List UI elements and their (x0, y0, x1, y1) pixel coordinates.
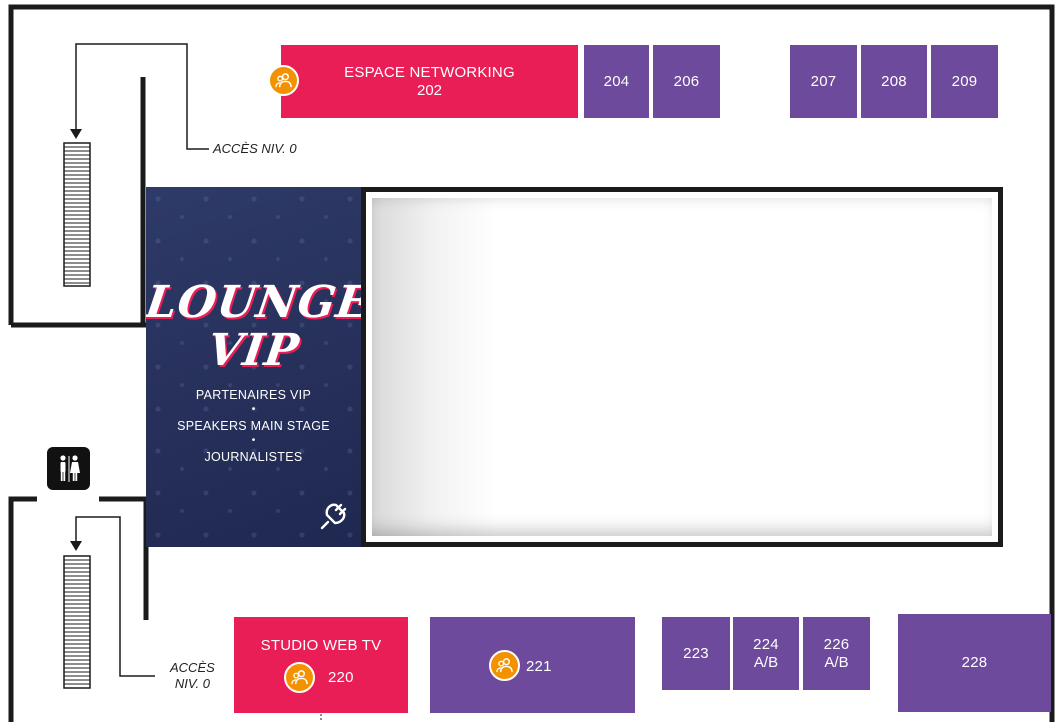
people-group-icon (268, 65, 299, 96)
room-number: 224 (753, 635, 779, 653)
lounge-separator: • (251, 404, 256, 415)
room-number: 204 (603, 72, 630, 90)
room-223[interactable]: 223 (662, 617, 730, 690)
room-name: ESPACE NETWORKING (344, 63, 515, 81)
room-221-number: 221 (526, 658, 552, 675)
room-204[interactable]: 204 (584, 45, 649, 118)
access-label-line2: NIV. 0 (174, 676, 210, 692)
room-number: 209 (951, 72, 978, 90)
restroom-icon[interactable] (47, 447, 90, 490)
room-208[interactable]: 208 (861, 45, 927, 118)
room-207[interactable]: 207 (790, 45, 857, 118)
main-hall[interactable] (361, 187, 1003, 547)
room-228[interactable]: 228 (898, 614, 1051, 712)
room-220-number: 220 (328, 669, 354, 686)
room-226-ab[interactable]: 226 A/B (803, 617, 870, 690)
access-label-line1: ACCÈS (170, 660, 215, 675)
lounge-title-line1: LOUNGE (146, 277, 361, 328)
room-number: 207 (810, 72, 837, 90)
room-suffix: A/B (824, 653, 849, 671)
lounge-vip[interactable]: LOUNGE VIP PARTENAIRES VIP • SPEAKERS MA… (146, 187, 361, 547)
power-plug-icon (320, 503, 347, 530)
room-number: 228 (961, 654, 988, 671)
access-route-upper (70, 43, 209, 150)
lounge-separator: • (251, 435, 256, 446)
staircase-icon (63, 142, 91, 287)
room-number: 202 (416, 81, 443, 99)
people-group-icon (489, 650, 520, 681)
room-number: 208 (881, 72, 907, 90)
access-label-lower: ACCÈS NIV. 0 (170, 660, 215, 693)
room-202-espace-networking[interactable]: ESPACE NETWORKING 202 (281, 45, 578, 118)
room-224-ab[interactable]: 224 A/B (733, 617, 799, 690)
room-number: 223 (683, 644, 709, 662)
room-209[interactable]: 209 (931, 45, 998, 118)
room-name: STUDIO WEB TV (260, 637, 382, 654)
lounge-audience-1: PARTENAIRES VIP (195, 388, 312, 402)
staircase-icon (63, 555, 91, 689)
room-220-studio-web-tv[interactable]: STUDIO WEB TV (234, 617, 408, 713)
room-suffix: A/B (753, 653, 779, 671)
lounge-title-line2: VIP (204, 325, 303, 376)
lounge-audience-3: JOURNALISTES (204, 450, 303, 464)
access-label-upper: ACCÈS NIV. 0 (213, 141, 297, 156)
room-number: 206 (673, 72, 700, 90)
lounge-audience-2: SPEAKERS MAIN STAGE (177, 419, 330, 433)
room-206[interactable]: 206 (653, 45, 720, 118)
outer-wall-bottom-left (8, 496, 37, 722)
floor-plan: ESPACE NETWORKING 202 204 206 207 208 20… (0, 0, 1061, 722)
room-number: 226 (823, 635, 850, 653)
main-hall-floor (372, 198, 992, 536)
people-group-icon (284, 662, 315, 693)
